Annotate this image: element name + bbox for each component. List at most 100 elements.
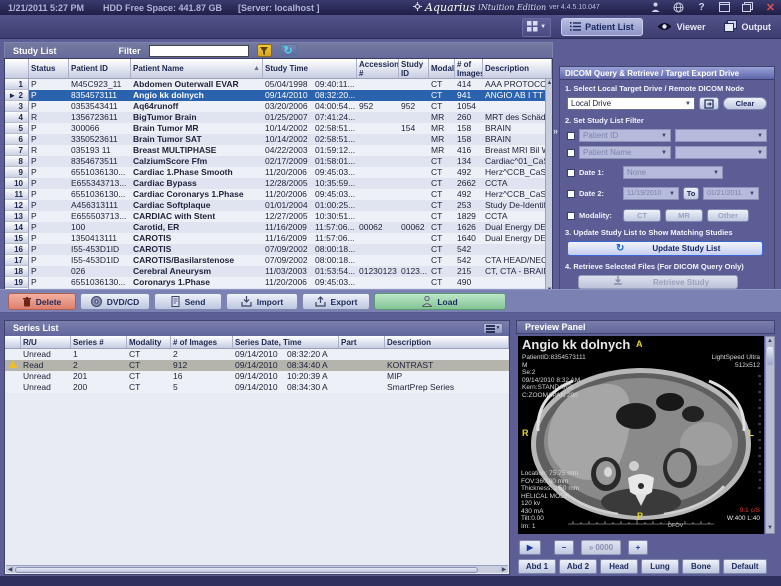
globe-icon[interactable] [672,1,685,13]
column-series-images[interactable]: # of Images [171,336,233,348]
panel-expand-handle[interactable]: » [552,120,559,142]
scroll-up-icon[interactable]: ▲ [546,79,553,87]
modality-ct-button[interactable]: CT [623,209,661,222]
dvd-cd-button[interactable]: DVD/CD [80,293,150,310]
series-layout-button[interactable]: ▼ [483,323,503,334]
patient-id-checkbox[interactable] [567,132,575,140]
study-row[interactable]: 10PE655343713...Cardiac Bypass12/28/2005… [5,178,545,189]
series-row[interactable]: Unread1CT209/14/201008:32:20 A [5,349,509,360]
study-row[interactable]: 13PE655503713...CARDIAC with Stent12/27/… [5,211,545,222]
preview-vscrollbar[interactable]: ▲ ▼ [765,336,775,534]
modality-checkbox[interactable] [567,212,575,220]
preset-abd-1-button[interactable]: Abd 1 [518,559,556,574]
load-button[interactable]: Load [374,293,506,310]
restore-icon[interactable] [741,1,754,13]
column-study-id[interactable]: Study ID [399,59,429,78]
tab-patient-list[interactable]: Patient List [561,18,643,36]
series-hscrollbar[interactable]: ◀ ▶ [6,565,508,573]
study-row[interactable]: 1PM45C923_11Abdomen Outerwall EVAR05/04/… [5,79,545,90]
study-row[interactable]: 6P3350523611Brain Tumor SAT10/14/200202:… [5,134,545,145]
study-row[interactable]: 14P100Carotid, ER11/16/200911:57:06...00… [5,222,545,233]
column-patient-name[interactable]: Patient Name▲ [131,59,263,78]
update-study-list-button[interactable]: ↻ Update Study List [567,241,763,256]
study-row[interactable]: 15P1350413111CAROTIS11/16/200911:57:06..… [5,233,545,244]
study-row[interactable]: 8P8354673511CalziumScore Ffm02/17/200901… [5,156,545,167]
date1-select[interactable]: None▼ [623,166,723,179]
preset-lung-button[interactable]: Lung [641,559,679,574]
preset-default-button[interactable]: Default [723,559,767,574]
clear-button[interactable]: Clear [723,97,767,110]
date2-checkbox[interactable] [567,190,575,198]
send-button[interactable]: Send [154,293,222,310]
study-row[interactable]: 11P6551036130...Cardiac Coronarys 1.Phas… [5,189,545,200]
retrieve-study-button[interactable]: Retrieve Study [578,275,738,289]
preset-head-button[interactable]: Head [600,559,638,574]
column-num-images[interactable]: # of Images [455,59,483,78]
column-series-modality[interactable]: Modality [127,336,171,348]
patient-name-value-combo[interactable]: ▼ [675,146,767,159]
window-icon[interactable] [718,1,731,13]
scroll-up-icon[interactable]: ▲ [766,337,774,346]
column-status[interactable]: Status [29,59,69,78]
hscroll-thumb[interactable] [15,567,478,573]
study-row[interactable]: 7R035193 11Breast MULTIPHASE04/22/200301… [5,145,545,156]
scroll-right-icon[interactable]: ▶ [500,566,508,574]
series-row[interactable]: Unread200CT509/14/201008:34:30 ASmartPre… [5,382,509,393]
layout-menu-button[interactable]: ▼ [522,18,551,37]
study-row[interactable]: 9P6551036130...Cardiac 1.Phase Smooth11/… [5,167,545,178]
tab-viewer[interactable]: Viewer [653,20,710,35]
column-patient-id[interactable]: Patient ID [69,59,131,78]
study-row[interactable]: 17PI55-453D1IDCAROTIS/Basilarstenose07/0… [5,255,545,266]
vscroll-thumb[interactable] [767,347,773,365]
study-row[interactable]: ► 2P8354573111Angio kk dolnych09/14/2010… [5,90,545,101]
minus-button[interactable]: − [554,540,574,555]
study-row[interactable]: 16PI55-453D1IDCAROTIS07/09/200208:00:18.… [5,244,545,255]
export-button[interactable]: Export [302,293,370,310]
date2-from-select[interactable]: 11/19/2010▼ [623,187,679,200]
column-row-number[interactable] [5,59,29,78]
column-study-time[interactable]: Study Time [263,59,357,78]
study-row[interactable]: 19P6551036130...Coronarys 1.Phase11/20/2… [5,277,545,288]
help-icon[interactable]: ? [695,1,708,13]
date1-checkbox[interactable] [567,169,575,177]
filter-apply-button[interactable] [257,44,272,57]
column-accession[interactable]: Accession # [357,59,399,78]
scroll-left-icon[interactable]: ◀ [6,566,14,574]
import-button[interactable]: Import [226,293,298,310]
scroll-down-icon[interactable]: ▼ [766,524,774,533]
column-series-description[interactable]: Description [385,336,509,348]
column-series-datetime[interactable]: Series Date, Time [233,336,339,348]
column-description[interactable]: Description [483,59,552,78]
study-row[interactable]: 12PA456313111Cardiac Softplaque01/01/200… [5,200,545,211]
patient-name-checkbox[interactable] [567,149,575,157]
series-row[interactable]: Unread201CT1609/14/201010:20:39 AMIP [5,371,509,382]
preset-bone-button[interactable]: Bone [682,559,720,574]
date2-to-select[interactable]: 01/21/2011▼ [703,187,759,200]
column-ru[interactable]: R/U [21,336,71,348]
preview-image[interactable]: Angio kk dolnych PatientID:8354573111MSe… [518,336,764,534]
tab-output[interactable]: Output [720,18,776,36]
patient-id-value-combo[interactable]: ▼ [675,129,767,142]
study-row[interactable]: 18P026Cerebral Aneurysm11/03/200301:53:5… [5,266,545,277]
refresh-drive-button[interactable] [699,97,719,110]
patient-id-field-select[interactable]: Patient ID▼ [579,129,671,142]
column-modality[interactable]: Modalit [429,59,455,78]
modality-mr-button[interactable]: MR [665,209,703,222]
date-to-button[interactable]: To [683,187,699,200]
plus-button[interactable]: + [628,540,648,555]
target-drive-select[interactable]: Local Drive▼ [567,97,695,110]
study-row[interactable]: 4R1356723611BigTumor Brain01/25/200707:4… [5,112,545,123]
close-icon[interactable]: ✕ [764,1,777,13]
study-row[interactable]: 3P0353543411Aq64runoff03/20/200604:00:54… [5,101,545,112]
patient-name-field-select[interactable]: Patient Name▼ [579,146,671,159]
preset-abd-2-button[interactable]: Abd 2 [559,559,597,574]
study-table-vscrollbar[interactable]: ▲ ▼ [545,79,552,294]
delete-button[interactable]: Delete [8,293,76,310]
column-series-num[interactable]: Series # [71,336,127,348]
play-button[interactable]: ▶ [519,540,541,555]
study-row[interactable]: 5P300066Brain Tumor MR10/14/200202:58:51… [5,123,545,134]
series-row[interactable]: Read2CT91209/14/201008:34:40 AKONTRAST [5,360,509,371]
column-part[interactable]: Part [339,336,385,348]
modality-other-button[interactable]: Other [707,209,749,222]
refresh-button[interactable]: ↻ [280,44,297,57]
